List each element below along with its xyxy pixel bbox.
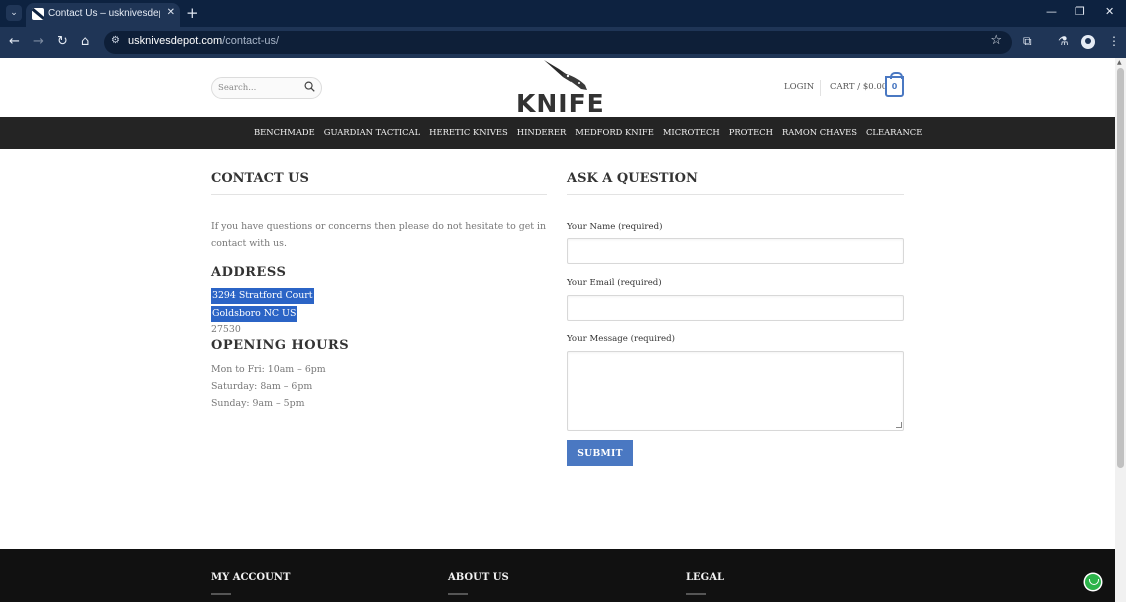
browser-tab-active[interactable]: Contact Us – usknivesdepot.com ✕ (26, 3, 180, 27)
nav-item-benchmade[interactable]: BENCHMADE (254, 127, 315, 137)
nav-item-microtech[interactable]: MICROTECH (663, 127, 720, 137)
name-label: Your Name (required) (567, 222, 663, 232)
nav-item-clearance[interactable]: CLEARANCE (866, 127, 922, 137)
address-heading: ADDRESS (211, 265, 287, 280)
name-field[interactable] (567, 238, 904, 264)
profile-avatar-icon[interactable] (1081, 35, 1095, 49)
window-close-icon[interactable]: ✕ (1105, 5, 1114, 18)
site-favicon-icon (32, 8, 44, 20)
back-arrow-icon[interactable]: ← (9, 34, 20, 50)
site-settings-icon[interactable]: ⚙ (111, 35, 120, 46)
hours-heading: OPENING HOURS (211, 338, 350, 353)
tab-close-icon[interactable]: ✕ (167, 7, 175, 18)
browser-toolbar: ← → ↻ ⌂ ⚙ usknivesdepot.com/contact-us/ … (0, 27, 1126, 58)
search-input[interactable] (218, 81, 298, 95)
tab-title: Contact Us – usknivesdepot.com (48, 8, 160, 19)
extensions-puzzle-icon[interactable]: ⧉ (1023, 34, 1032, 49)
textarea-resize-handle[interactable] (896, 422, 902, 428)
url-text[interactable]: usknivesdepot.com/contact-us/ (128, 35, 279, 47)
home-icon[interactable]: ⌂ (81, 34, 89, 50)
nav-item-medford-knife[interactable]: MEDFORD KNIFE (575, 127, 654, 137)
reload-icon[interactable]: ↻ (57, 34, 68, 50)
nav-item-protech[interactable]: PROTECH (729, 127, 773, 137)
hours-sunday: Sunday: 9am – 5pm (211, 398, 305, 409)
page-scrollbar[interactable]: ▲ (1115, 58, 1126, 602)
menu-kebab-icon[interactable]: ⋮ (1108, 34, 1120, 48)
nav-item-guardian-tactical[interactable]: GUARDIAN TACTICAL (324, 127, 420, 137)
tab-search-chevron-icon[interactable]: ⌄ (6, 5, 22, 21)
footer-rule (448, 593, 468, 595)
browser-tab-bar: ⌄ Contact Us – usknivesdepot.com ✕ + — ❐… (0, 0, 1126, 27)
cart-link[interactable]: CART / $0.00 (830, 82, 887, 92)
footer-rule (211, 593, 231, 595)
search-icon[interactable] (304, 81, 315, 92)
login-link[interactable]: LOGIN (784, 82, 814, 92)
form-heading: ASK A QUESTION (567, 171, 698, 186)
header-divider (820, 80, 821, 96)
hours-saturday: Saturday: 8am – 6pm (211, 381, 313, 392)
scrollbar-thumb[interactable] (1117, 68, 1124, 468)
search-form (211, 77, 322, 99)
message-field[interactable] (567, 351, 904, 431)
address-bar[interactable]: ⚙ usknivesdepot.com/contact-us/ ☆ (104, 31, 1012, 54)
address-zip: 27530 (211, 324, 241, 335)
minimize-icon[interactable]: — (1046, 5, 1057, 18)
nav-item-ramon-chaves[interactable]: RAMON CHAVES (782, 127, 857, 137)
chat-widget-icon[interactable] (1085, 574, 1101, 590)
contact-heading-divider (211, 194, 547, 195)
footer-legal-heading: LEGAL (686, 572, 724, 583)
nav-item-hinderer[interactable]: HINDERER (517, 127, 567, 137)
cart-count-badge[interactable]: 0 (885, 72, 904, 97)
address-city: Goldsboro NC US (211, 306, 298, 322)
email-label: Your Email (required) (567, 278, 662, 288)
footer-rule (686, 593, 706, 595)
site-logo[interactable]: KNIFE (513, 59, 605, 118)
new-tab-plus-icon[interactable]: + (186, 4, 199, 22)
contact-heading: CONTACT US (211, 171, 309, 186)
restore-icon[interactable]: ❐ (1075, 5, 1085, 18)
address-street: 3294 Stratford Court (211, 288, 314, 304)
message-label: Your Message (required) (567, 334, 676, 344)
labs-flask-icon[interactable]: ⚗ (1058, 34, 1069, 48)
knife-logo-icon (544, 60, 587, 90)
forward-arrow-icon[interactable]: → (33, 34, 44, 50)
scroll-up-arrow-icon[interactable]: ▲ (1117, 59, 1122, 66)
contact-intro: If you have questions or concerns then p… (211, 221, 547, 249)
footer-my-account-heading: MY ACCOUNT (211, 572, 291, 583)
submit-button[interactable]: SUBMIT (567, 440, 633, 466)
nav-item-heretic-knives[interactable]: HERETIC KNIVES (429, 127, 508, 137)
email-field[interactable] (567, 295, 904, 321)
form-heading-divider (567, 194, 904, 195)
footer-about-heading: ABOUT US (448, 572, 509, 583)
logo-wordmark: KNIFE (516, 89, 605, 118)
site-footer: MY ACCOUNT ABOUT US LEGAL (0, 549, 1115, 602)
hours-weekdays: Mon to Fri: 10am – 6pm (211, 364, 326, 375)
site-header: KNIFE LOGIN CART / $0.00 0 (0, 58, 1115, 118)
bookmark-star-icon[interactable]: ☆ (990, 33, 1002, 48)
main-navigation: BENCHMADE GUARDIAN TACTICAL HERETIC KNIV… (0, 117, 1115, 149)
